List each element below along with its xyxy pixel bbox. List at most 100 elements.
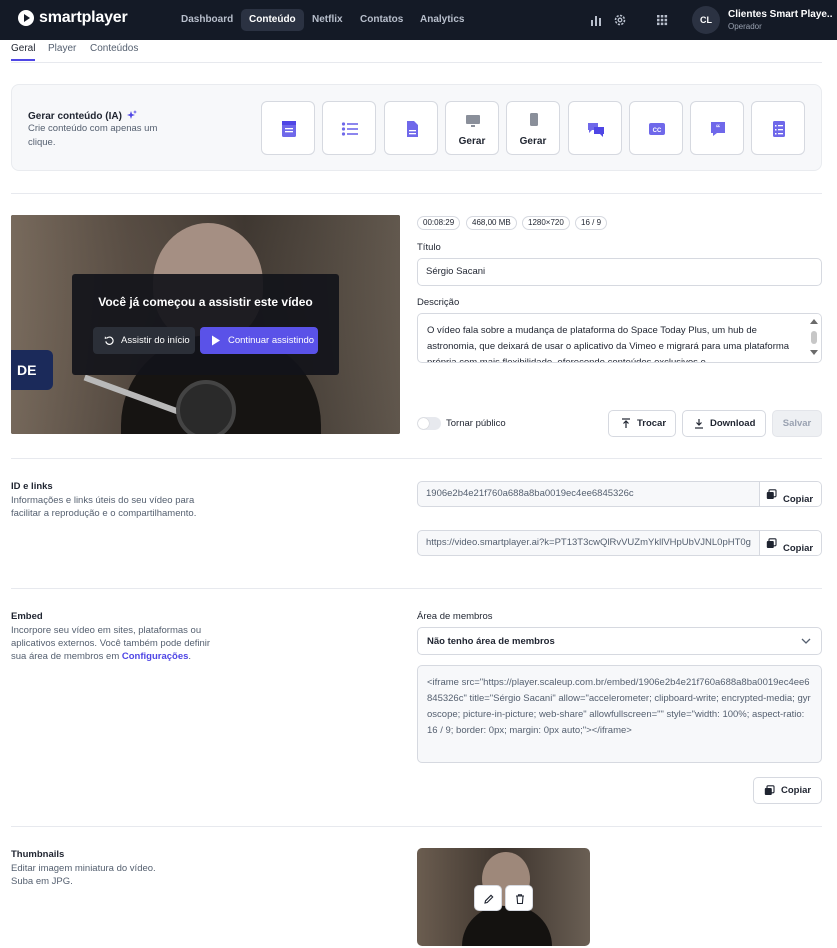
- scroll-thumb[interactable]: [811, 331, 817, 344]
- ai-generate-title-text: Gerar conteúdo (IA): [28, 111, 122, 122]
- copy-video-id-label: Copiar: [783, 494, 814, 505]
- thumbnails-section-title: Thumbnails: [11, 849, 65, 860]
- delete-thumbnail-button[interactable]: [505, 885, 533, 911]
- title-label: Título: [417, 242, 441, 253]
- ai-generate-captions-button[interactable]: CC: [629, 101, 683, 155]
- section-divider: [11, 826, 822, 827]
- ids-section-title: ID e links: [11, 481, 53, 492]
- restart-video-button[interactable]: Assistir do início: [93, 327, 195, 354]
- aspect-ratio-badge: 16 / 9: [575, 216, 608, 230]
- sparkle-icon: [126, 110, 137, 119]
- ai-generate-document-button[interactable]: [384, 101, 438, 155]
- title-input[interactable]: Sérgio Sacani: [417, 258, 822, 286]
- duration-badge: 00:08:29: [417, 216, 461, 230]
- video-frame-microphone: [176, 380, 236, 434]
- chevron-down-icon: [801, 638, 811, 644]
- resume-dialog-title: Você já começou a assistir este vídeo: [98, 295, 313, 309]
- video-id-value: 1906e2b4e21f760a688a8ba0019ec4ee6845326c: [426, 488, 634, 499]
- monitor-icon: [466, 115, 480, 127]
- apps-grid-icon[interactable]: [654, 12, 670, 28]
- embed-code-textarea[interactable]: <iframe src="https://player.scaleup.com.…: [417, 665, 822, 763]
- ai-generate-mobile-button[interactable]: Gerar: [506, 101, 560, 155]
- tab-player[interactable]: Player: [48, 43, 76, 54]
- ai-generate-list-button[interactable]: [322, 101, 376, 155]
- download-icon: [695, 419, 703, 429]
- public-toggle-label: Tornar público: [446, 418, 506, 429]
- svg-text:“: “: [716, 123, 721, 133]
- restart-video-label: Assistir do início: [121, 335, 190, 346]
- nav-link-analytics[interactable]: Analytics: [412, 9, 472, 31]
- ai-generate-subtitle: Crie conteúdo com apenas um clique.: [28, 123, 158, 148]
- ai-generate-quote-button[interactable]: “: [690, 101, 744, 155]
- members-area-value: Não tenho área de membros: [427, 636, 555, 647]
- upload-icon: [622, 418, 630, 428]
- thumbnail-body: [462, 906, 552, 946]
- settings-icon[interactable]: [612, 12, 628, 28]
- mobile-icon: [530, 113, 538, 126]
- public-toggle[interactable]: [417, 417, 441, 430]
- video-frame-watermark: DE: [11, 350, 53, 390]
- ai-generate-desktop-button[interactable]: Gerar: [445, 101, 499, 155]
- copy-share-url-button[interactable]: Copiar: [759, 531, 821, 555]
- copy-embed-button[interactable]: Copiar: [753, 777, 822, 804]
- nav-link-contatos[interactable]: Contatos: [352, 9, 411, 31]
- top-navbar: smartplayer Dashboard Conteúdo Netflix C…: [0, 0, 837, 40]
- nav-link-conteudo[interactable]: Conteúdo: [241, 9, 304, 31]
- active-tab-indicator: [11, 59, 35, 61]
- play-logo-icon: [18, 10, 34, 26]
- edit-thumbnail-button[interactable]: [474, 885, 502, 911]
- section-divider: [11, 193, 822, 194]
- tab-geral[interactable]: Geral: [11, 43, 35, 54]
- video-id-field[interactable]: 1906e2b4e21f760a688a8ba0019ec4ee6845326c…: [417, 481, 822, 507]
- tabs-divider: [11, 62, 822, 63]
- resume-dialog: [72, 274, 339, 375]
- section-divider: [11, 588, 822, 589]
- copy-embed-label: Copiar: [781, 785, 812, 796]
- ai-generate-desktop-label: Gerar: [458, 136, 486, 147]
- embed-code-text: <iframe src="https://player.scaleup.com.…: [427, 677, 811, 736]
- ai-generate-checklist-button[interactable]: [751, 101, 805, 155]
- description-textarea[interactable]: O vídeo fala sobre a mudança de platafor…: [417, 313, 822, 363]
- settings-link[interactable]: Configurações: [122, 651, 189, 662]
- nav-link-netflix[interactable]: Netflix: [304, 9, 351, 31]
- document-icon: [407, 121, 418, 137]
- list-icon: [341, 122, 358, 136]
- section-divider: [11, 458, 822, 459]
- share-url-field[interactable]: https://video.smartplayer.ai?k=PT13T3cwQ…: [417, 530, 822, 556]
- download-button[interactable]: Download: [682, 410, 766, 437]
- svg-text:CC: CC: [653, 128, 662, 134]
- copy-share-url-label: Copiar: [783, 543, 814, 554]
- copy-video-id-button[interactable]: Copiar: [759, 482, 821, 506]
- scroll-up-arrow-icon[interactable]: [810, 319, 818, 324]
- thumbnails-section-description: Editar imagem miniatura do vídeo. Suba e…: [11, 863, 156, 887]
- save-button[interactable]: Salvar: [772, 410, 822, 437]
- closed-captions-icon: CC: [649, 123, 665, 135]
- nav-link-dashboard[interactable]: Dashboard: [173, 9, 241, 31]
- user-name[interactable]: Clientes Smart Playe...: [728, 9, 833, 20]
- swap-video-button[interactable]: Trocar: [608, 410, 676, 437]
- user-avatar[interactable]: CL: [692, 6, 720, 34]
- copy-icon: [764, 785, 775, 795]
- scroll-down-arrow-icon[interactable]: [810, 350, 818, 355]
- quote-icon: “: [711, 122, 725, 136]
- continue-watching-button[interactable]: Continuar assistindo: [200, 327, 318, 354]
- user-role: Operador: [728, 22, 762, 31]
- members-area-label: Área de membros: [417, 611, 493, 622]
- bar-chart-icon[interactable]: [588, 12, 604, 28]
- download-label: Download: [710, 418, 756, 429]
- members-area-select[interactable]: Não tenho área de membros: [417, 627, 822, 655]
- brand-logo[interactable]: smartplayer: [18, 9, 128, 27]
- trash-icon: [516, 894, 524, 905]
- share-url-value: https://video.smartplayer.ai?k=PT13T3cwQ…: [426, 537, 751, 548]
- pencil-icon: [484, 894, 494, 904]
- checklist-icon: [773, 121, 785, 137]
- embed-section-description: Incorpore seu vídeo em sites, plataforma…: [11, 624, 226, 663]
- description-label: Descrição: [417, 297, 460, 308]
- ai-generate-chat-button[interactable]: [568, 101, 622, 155]
- filesize-badge: 468,00 MB: [466, 216, 517, 230]
- tab-conteudos[interactable]: Conteúdos: [90, 43, 138, 54]
- description-scrollbar[interactable]: [807, 314, 821, 362]
- ai-generate-title: Gerar conteúdo (IA): [28, 110, 137, 122]
- ai-generate-article-button[interactable]: [261, 101, 315, 155]
- description-text: O vídeo fala sobre a mudança de platafor…: [427, 325, 790, 363]
